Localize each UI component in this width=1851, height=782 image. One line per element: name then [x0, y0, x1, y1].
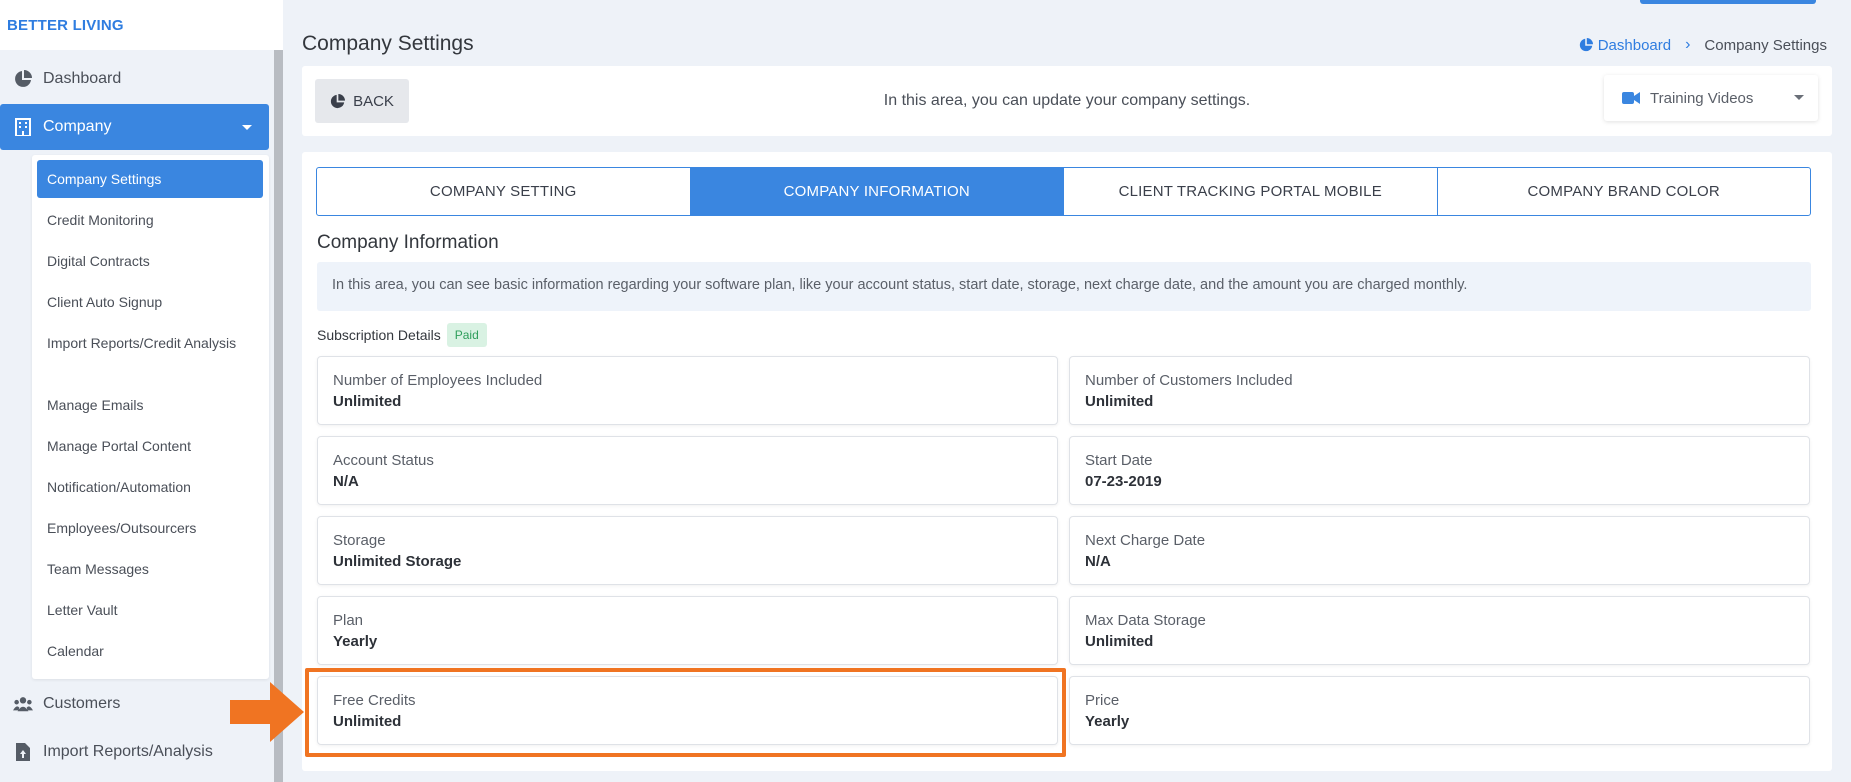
- pie-chart-icon: [1579, 38, 1593, 52]
- info-card-price: Price Yearly: [1069, 676, 1810, 745]
- tab-company-information[interactable]: COMPANY INFORMATION: [690, 168, 1064, 215]
- users-icon: [13, 694, 33, 714]
- submenu-item-team-messages[interactable]: Team Messages: [37, 559, 263, 579]
- info-card-employees: Number of Employees Included Unlimited: [317, 356, 1058, 425]
- arrow-right-icon: [230, 682, 304, 742]
- card-value: Unlimited: [1085, 393, 1154, 410]
- card-label: Number of Customers Included: [1085, 372, 1293, 389]
- card-label: Account Status: [333, 452, 434, 469]
- info-card-account-status: Account Status N/A: [317, 436, 1058, 505]
- sidebar-item-label: Customers: [43, 695, 121, 712]
- settings-tabs: COMPANY SETTING COMPANY INFORMATION CLIE…: [316, 167, 1811, 216]
- subscription-details: Subscription Details Paid: [317, 323, 487, 347]
- pie-chart-icon: [13, 69, 33, 89]
- submenu-item-letter-vault[interactable]: Letter Vault: [37, 600, 263, 620]
- brand-logo[interactable]: BETTER LIVING: [0, 0, 283, 50]
- sidebar-item-customers[interactable]: Customers: [0, 681, 269, 727]
- info-card-customers: Number of Customers Included Unlimited: [1069, 356, 1810, 425]
- info-note: In this area, you can see basic informat…: [317, 262, 1811, 311]
- sidebar-item-label: Dashboard: [43, 70, 122, 87]
- submenu-item-calendar[interactable]: Calendar: [37, 641, 263, 661]
- building-icon: [13, 117, 33, 137]
- info-card-start-date: Start Date 07-23-2019: [1069, 436, 1810, 505]
- card-label: Next Charge Date: [1085, 532, 1206, 549]
- breadcrumb-current: Company Settings: [1704, 36, 1827, 54]
- card-value: N/A: [1085, 553, 1111, 570]
- sidebar-item-company[interactable]: Company: [0, 104, 269, 150]
- info-card-storage: Storage Unlimited Storage: [317, 516, 1058, 585]
- card-label: Plan: [333, 612, 364, 629]
- card-value: Yearly: [1085, 713, 1130, 730]
- card-value: Unlimited: [333, 393, 402, 410]
- page-title: Company Settings: [302, 32, 474, 55]
- free-credits-highlight-box: [305, 668, 1066, 757]
- submenu-item-employees-outsourcers[interactable]: Employees/Outsourcers: [37, 518, 263, 538]
- breadcrumb-link-label: Dashboard: [1597, 36, 1672, 54]
- card-label: Max Data Storage: [1085, 612, 1206, 629]
- video-camera-icon: [1622, 92, 1640, 104]
- tab-company-setting[interactable]: COMPANY SETTING: [317, 168, 691, 215]
- submenu-item-digital-contracts[interactable]: Digital Contracts: [37, 251, 263, 271]
- submenu-item-credit-monitoring[interactable]: Credit Monitoring: [37, 210, 263, 230]
- sidebar-scrollbar-thumb[interactable]: [274, 50, 283, 782]
- status-badge: Paid: [446, 323, 487, 347]
- training-videos-dropdown[interactable]: Training Videos: [1604, 75, 1818, 121]
- breadcrumb: Dashboard › Company Settings: [1579, 36, 1827, 54]
- chevron-down-icon: [242, 125, 252, 130]
- submenu-item-notification-automation[interactable]: Notification/Automation: [37, 477, 263, 497]
- card-value: Yearly: [333, 633, 378, 650]
- toolbar-message: In this area, you can update your compan…: [883, 92, 1251, 109]
- card-label: Storage: [333, 532, 386, 549]
- subscription-label: Subscription Details: [317, 327, 441, 343]
- section-title: Company Information: [317, 232, 499, 253]
- chevron-right-icon: ›: [1685, 36, 1691, 53]
- card-value: Unlimited Storage: [333, 553, 462, 570]
- submenu-item-company-settings[interactable]: Company Settings: [37, 160, 263, 198]
- card-value: 07-23-2019: [1085, 473, 1162, 490]
- tab-company-brand-color[interactable]: COMPANY BRAND COLOR: [1438, 168, 1811, 215]
- card-value: Unlimited: [1085, 633, 1154, 650]
- info-card-max-data-storage: Max Data Storage Unlimited: [1069, 596, 1810, 665]
- submenu-item-manage-portal-content[interactable]: Manage Portal Content: [37, 436, 263, 456]
- card-label: Start Date: [1085, 452, 1153, 469]
- sidebar-item-dashboard[interactable]: Dashboard: [0, 56, 269, 102]
- sidebar-item-import-reports-analysis[interactable]: Import Reports/Analysis: [0, 729, 269, 775]
- info-card-next-charge-date: Next Charge Date N/A: [1069, 516, 1810, 585]
- submenu-item-manage-emails[interactable]: Manage Emails: [37, 395, 263, 415]
- submenu-item-import-reports-credit-analysis[interactable]: Import Reports/Credit Analysis: [37, 333, 263, 353]
- sidebar: BETTER LIVING Dashboard Company Company …: [0, 0, 283, 782]
- tab-client-tracking-portal-mobile[interactable]: CLIENT TRACKING PORTAL MOBILE: [1064, 168, 1438, 215]
- card-label: Number of Employees Included: [333, 372, 543, 389]
- submenu-item-client-auto-signup[interactable]: Client Auto Signup: [37, 292, 263, 312]
- file-upload-icon: [13, 742, 33, 762]
- info-card-plan: Plan Yearly: [317, 596, 1058, 665]
- training-videos-label: Training Videos: [1650, 89, 1754, 107]
- toolbar: BACK In this area, you can update your c…: [302, 66, 1832, 136]
- breadcrumb-dashboard-link[interactable]: Dashboard: [1579, 37, 1671, 54]
- company-submenu: Company Settings Credit Monitoring Digit…: [32, 155, 269, 679]
- sidebar-item-label: Company: [43, 118, 112, 135]
- card-label: Price: [1085, 692, 1120, 709]
- sidebar-item-label: Import Reports/Analysis: [43, 743, 213, 760]
- card-value: N/A: [333, 473, 359, 490]
- top-action-button[interactable]: [1640, 0, 1816, 4]
- chevron-down-icon: [1794, 95, 1804, 100]
